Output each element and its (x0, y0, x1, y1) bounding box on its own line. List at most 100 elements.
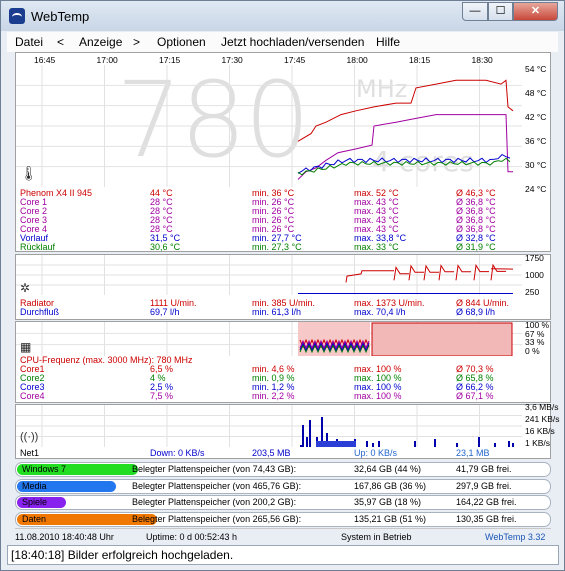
status-datetime: 11.08.2010 18:40:48 Uhr (15, 532, 114, 542)
time-tick-label: 17:00 (96, 55, 118, 65)
network-bar (306, 437, 308, 447)
menu-anzeige[interactable]: Anzeige (79, 35, 122, 49)
network-bar (378, 441, 380, 447)
disk-usage-text: Belegter Plattenspeicher (von 200,2 GB): (132, 497, 297, 507)
time-tick-label: 16:45 (34, 55, 56, 65)
minimize-button[interactable]: — (462, 2, 488, 21)
temperature-lines (16, 65, 522, 187)
network-name: Net1 (20, 448, 40, 458)
reading-name: Durchfluß (20, 307, 60, 317)
cpu-chip-icon: ▦ (20, 340, 32, 354)
y-tick-label: 30 °C (525, 160, 547, 170)
reading-avg: Ø 67,1 % (456, 391, 494, 401)
network-bar (508, 441, 510, 447)
temperature-line-cores (297, 114, 513, 180)
disk-free: 297,9 GB frei. (456, 480, 512, 491)
y-tick-label: 16 KB/s (525, 426, 555, 436)
reading-max: max. 70,4 l/h (354, 307, 406, 317)
y-tick-label: 24 °C (525, 184, 547, 194)
reading-max: max. 100 % (354, 391, 402, 401)
disk-row: Media Belegter Plattenspeicher (von 465,7… (15, 478, 551, 494)
network-bar (478, 437, 480, 447)
pump-line-radiator-pulse (455, 264, 471, 281)
y-tick-label: 42 °C (525, 112, 547, 122)
time-tick-label: 18:15 (409, 55, 431, 65)
reading-current: 30,6 °C (150, 242, 181, 252)
cpu-graph (16, 322, 522, 356)
disk-name: Windows 7 (22, 464, 67, 474)
network-bars (16, 405, 522, 447)
network-bar (366, 441, 368, 447)
network-up: Up: 0 KB/s (354, 448, 398, 458)
network-panel: 3,6 MB/s 241 KB/s 16 KB/s 1 KB/s ((·)) Net1… (15, 402, 560, 459)
y-tick-label: 0 % (525, 346, 540, 356)
menu-next-arrow[interactable]: > (133, 35, 140, 49)
disk-name: Media (22, 480, 47, 491)
y-tick-label: 48 °C (525, 88, 547, 98)
window-title: WebTemp (31, 9, 90, 24)
network-bar (302, 425, 304, 447)
y-tick-label: 250 (525, 287, 540, 297)
network-graph (16, 405, 522, 447)
time-tick-label: 18:30 (471, 55, 493, 65)
y-tick-label: 36 °C (525, 136, 547, 146)
disk-usage-text: Belegter Plattenspeicher (von 465,76 GB)… (132, 480, 302, 491)
fan-icon: ✲ (20, 281, 31, 295)
network-bar (456, 443, 458, 447)
menu-upload[interactable]: Jetzt hochladen/versenden (221, 35, 364, 49)
disk-usage-text: Belegter Plattenspeicher (von 74,43 GB): (132, 464, 297, 474)
reading-min: min. 2,2 % (252, 391, 295, 401)
temperature-line-package (297, 79, 514, 142)
disk-row: Daten Belegter Plattenspeicher (von 265,5… (15, 511, 551, 527)
disk-usage-text: Belegter Plattenspeicher (von 265,56 GB)… (132, 513, 302, 524)
network-up-total: 23,1 MB (456, 448, 490, 458)
status-line: 11.08.2010 18:40:48 Uhr Uptime: 0 d 00:5… (15, 532, 560, 544)
menu-optionen[interactable]: Optionen (157, 35, 206, 49)
disk-name: Spiele (22, 497, 48, 507)
pump-line-radiator-pulse (473, 263, 489, 281)
app-icon[interactable] (9, 8, 25, 24)
disk-free: 164,22 GB frei. (456, 497, 517, 507)
status-version: WebTemp 3.32 (485, 532, 546, 542)
disk-row: Spiele Belegter Plattenspeicher (von 200,… (15, 495, 551, 510)
network-bar (512, 443, 514, 447)
close-button[interactable]: ✕ (513, 2, 558, 21)
disk-used: 32,64 GB (44 %) (354, 464, 422, 474)
reading-min: min. 61,3 l/h (252, 307, 302, 317)
cpu-load-area-2 (371, 322, 513, 356)
menu-prev-arrow[interactable]: < (57, 35, 64, 49)
reading-min: min. 27,3 °C (252, 242, 302, 252)
reading-name: Core4 (20, 391, 45, 401)
disk-used: 35,97 GB (18 %) (354, 497, 422, 507)
temperature-panel: 16:45 17:00 17:15 17:30 17:45 18:00 18:15 18:30… (15, 52, 551, 252)
y-tick-label: 54 °C (525, 64, 547, 74)
reading-avg: Ø 68,9 l/h (456, 307, 496, 317)
title-bar[interactable]: WebTemp — ☐ ✕ (1, 1, 564, 31)
temperature-graph: 780 MHz 4 cores (16, 59, 522, 187)
pump-panel: 1750 1000 250 ✲ Radiator 1111 U/min. min. 38… (15, 253, 551, 320)
menu-datei[interactable]: Datei (15, 35, 43, 49)
reading-current: 7,5 % (150, 391, 174, 401)
y-tick-label: 241 KB/s (525, 414, 560, 424)
maximize-button[interactable]: ☐ (488, 2, 513, 21)
disk-used: 167,86 GB (36 %) (354, 480, 427, 491)
reading-current: 69,7 l/h (150, 307, 180, 317)
network-down: Down: 0 KB/s (150, 448, 205, 458)
status-uptime: Uptime: 0 d 00:52:43 h (146, 532, 238, 542)
y-tick-label: 1 KB/s (525, 438, 551, 448)
y-tick-label: 3,6 MB/s (525, 402, 559, 412)
status-divider (15, 528, 551, 529)
disk-used: 135,21 GB (51 %) (354, 513, 427, 524)
status-system: System in Betrieb (341, 532, 412, 542)
network-bar (372, 443, 374, 447)
time-tick-label: 18:00 (346, 55, 368, 65)
network-bar (494, 443, 496, 447)
disk-name: Daten (22, 513, 47, 524)
thermometer-icon: 🌡 (20, 165, 38, 181)
menu-hilfe[interactable]: Hilfe (376, 35, 400, 49)
reading-avg: Ø 31,9 °C (456, 242, 496, 252)
reading-name: Rücklauf (20, 242, 56, 252)
main-window: WebTemp — ☐ ✕ Datei < Anzeige > Optionen… (0, 0, 565, 571)
network-bar (309, 420, 311, 447)
network-down-total: 203,5 MB (252, 448, 291, 458)
